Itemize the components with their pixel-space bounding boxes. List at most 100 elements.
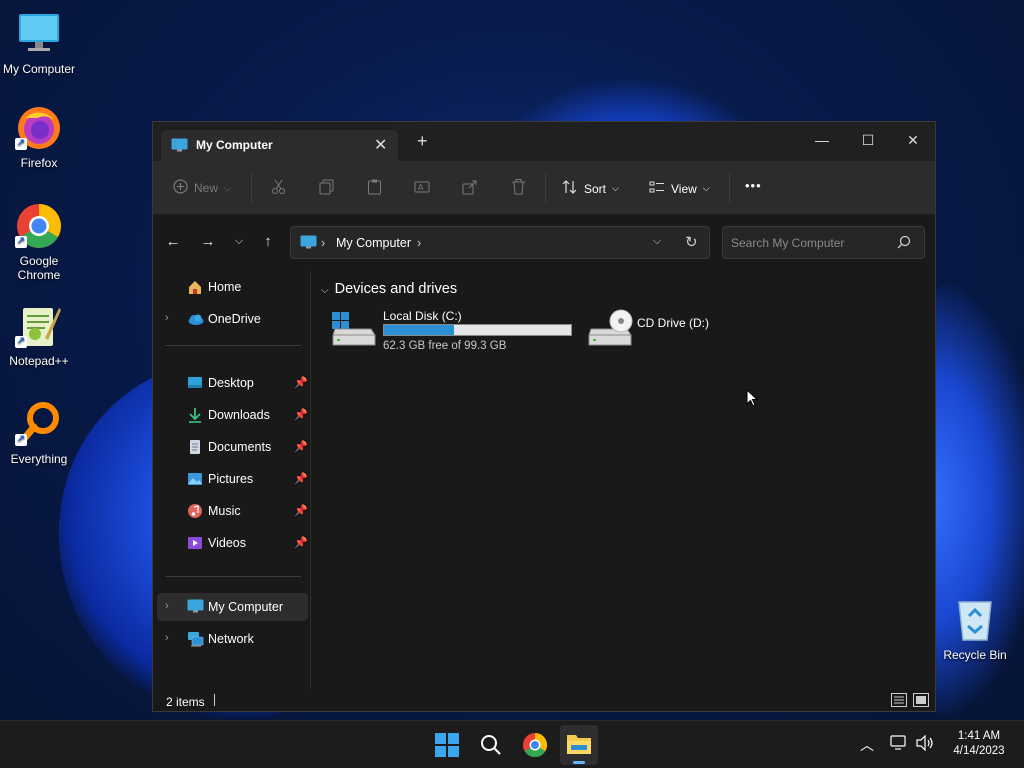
up-button[interactable]: ↑	[258, 233, 278, 250]
tab-close-button[interactable]: ✕	[374, 135, 387, 155]
desktop-icon-firefox[interactable]: ↗ Firefox	[0, 104, 78, 170]
desktop-icon-my-computer[interactable]: My Computer	[0, 10, 78, 76]
pin-icon[interactable]: 📌	[294, 504, 308, 517]
copy-button[interactable]	[319, 179, 334, 198]
file-explorer-taskbar-icon[interactable]	[560, 725, 598, 765]
cut-button[interactable]	[271, 179, 286, 198]
chevron-right-icon[interactable]: ›	[165, 632, 169, 644]
title-bar[interactable]: My Computer ✕ + — ☐ ✕	[153, 122, 935, 161]
mouse-cursor-icon	[746, 388, 759, 410]
search-icon[interactable]	[897, 235, 911, 252]
new-tab-button[interactable]: +	[417, 132, 428, 150]
desktop-icon-label: Firefox	[20, 156, 58, 170]
pin-icon[interactable]: 📌	[294, 440, 308, 453]
shortcut-arrow-icon: ↗	[15, 336, 27, 348]
rename-button[interactable]: A	[414, 179, 430, 198]
sidebar-item-label: OneDrive	[208, 312, 261, 326]
desktop-icon-everything[interactable]: ↗ Everything	[0, 400, 78, 466]
details-view-icon[interactable]	[891, 693, 907, 710]
start-button[interactable]	[430, 729, 464, 761]
volume-icon[interactable]	[915, 734, 935, 754]
desktop-icon-label: My Computer	[2, 62, 76, 76]
desktop-icon-label: Google Chrome	[17, 254, 61, 282]
status-bar: 2 items	[153, 689, 935, 713]
share-button[interactable]	[462, 179, 478, 198]
refresh-icon[interactable]: ↻	[685, 233, 698, 251]
command-bar: New ⌵ A Sort ⌵ View ⌵ •••	[153, 161, 935, 215]
new-button-label: New	[194, 181, 219, 195]
trash-icon	[511, 179, 526, 198]
sidebar-item-desktop[interactable]: Desktop 📌	[153, 369, 309, 397]
pin-icon[interactable]: 📌	[294, 376, 308, 389]
pin-icon[interactable]: 📌	[294, 408, 308, 421]
navigation-pane: Home › OneDrive Desktop 📌 Downloads 📌 Do…	[153, 271, 311, 689]
maximize-button[interactable]: ☐	[853, 128, 883, 152]
recycle-bin-icon	[951, 596, 999, 644]
chevron-right-icon[interactable]: ›	[165, 600, 169, 612]
drive-item-cd-drive-d[interactable]: CD Drive (D:)	[585, 307, 735, 357]
sidebar-item-pictures[interactable]: Pictures 📌	[153, 465, 309, 493]
clock-time: 1:41 AM	[957, 730, 1001, 742]
tab-my-computer[interactable]: My Computer ✕	[161, 130, 398, 161]
sidebar-item-label: Pictures	[208, 472, 254, 486]
plus-circle-icon	[173, 179, 188, 197]
new-button[interactable]: New ⌵	[173, 179, 231, 197]
breadcrumb-separator-icon[interactable]: ›	[417, 236, 421, 250]
system-clock[interactable]: 1:41 AM 4/14/2023	[944, 729, 1014, 759]
more-options-button[interactable]: •••	[745, 178, 762, 193]
chevron-down-icon: ⌵	[224, 182, 231, 193]
sidebar-item-documents[interactable]: Documents 📌	[153, 433, 309, 461]
desktop-icon-label: Notepad++	[9, 354, 69, 368]
paste-button[interactable]	[367, 179, 382, 198]
search-box[interactable]	[722, 226, 925, 259]
large-icons-view-icon[interactable]	[913, 693, 929, 710]
desktop-icon-google-chrome[interactable]: ↗ Google Chrome	[0, 202, 78, 282]
divider	[165, 345, 301, 346]
section-header-devices-and-drives[interactable]: ⌵ Devices and drives	[321, 281, 457, 297]
sidebar-item-videos[interactable]: Videos 📌	[153, 529, 309, 557]
chevron-right-icon[interactable]: ›	[165, 312, 169, 324]
address-dropdown-icon[interactable]: ⌵	[653, 235, 661, 248]
tab-title: My Computer	[196, 138, 273, 152]
view-icon	[649, 179, 665, 198]
sidebar-item-onedrive[interactable]: › OneDrive	[153, 305, 309, 333]
pin-icon[interactable]: 📌	[294, 536, 308, 549]
breadcrumb-separator-icon[interactable]: ›	[321, 236, 325, 250]
network-status-icon[interactable]	[890, 735, 908, 754]
sidebar-item-network[interactable]: › Network	[153, 625, 309, 653]
delete-button[interactable]	[511, 179, 526, 198]
back-button[interactable]: ←	[163, 233, 183, 250]
sidebar-item-downloads[interactable]: Downloads 📌	[153, 401, 309, 429]
pictures-icon	[187, 471, 203, 487]
sidebar-item-music[interactable]: Music 📌	[153, 497, 309, 525]
sidebar-item-my-computer[interactable]: › My Computer	[157, 593, 308, 621]
search-button[interactable]	[474, 729, 508, 761]
minimize-button[interactable]: —	[807, 128, 837, 152]
drive-item-local-disk-c[interactable]: Local Disk (C:) 62.3 GB free of 99.3 GB	[331, 307, 576, 357]
pin-icon[interactable]: 📌	[294, 472, 308, 485]
sidebar-item-home[interactable]: Home	[153, 273, 309, 301]
sort-button[interactable]: Sort ⌵	[562, 179, 619, 198]
desktop-icon-recycle-bin[interactable]: Recycle Bin	[936, 596, 1014, 662]
monitor-icon	[187, 599, 204, 615]
close-button[interactable]: ✕	[898, 128, 928, 152]
chrome-taskbar-icon[interactable]	[518, 729, 552, 761]
breadcrumb-my-computer[interactable]: My Computer	[336, 236, 411, 250]
clock-date: 4/14/2023	[953, 745, 1005, 757]
address-bar[interactable]: › My Computer › ⌵ ↻	[290, 226, 710, 259]
recent-locations-button[interactable]: ⌵	[229, 235, 249, 248]
monitor-icon	[300, 235, 317, 253]
clipboard-icon	[367, 179, 382, 198]
scissors-icon	[271, 179, 286, 198]
desktop-icon-notepad-plus-plus[interactable]: ↗ Notepad++	[0, 302, 78, 368]
music-icon	[187, 503, 203, 519]
forward-button[interactable]: →	[198, 233, 218, 250]
chevron-up-icon[interactable]: ︿	[860, 735, 874, 755]
shortcut-arrow-icon: ↗	[15, 434, 27, 446]
view-button[interactable]: View ⌵	[649, 179, 710, 198]
search-input[interactable]	[731, 234, 891, 252]
view-button-label: View	[671, 181, 697, 196]
copy-icon	[319, 179, 334, 198]
chevron-down-icon[interactable]: ⌵	[321, 285, 329, 296]
sidebar-item-label: My Computer	[208, 600, 284, 614]
